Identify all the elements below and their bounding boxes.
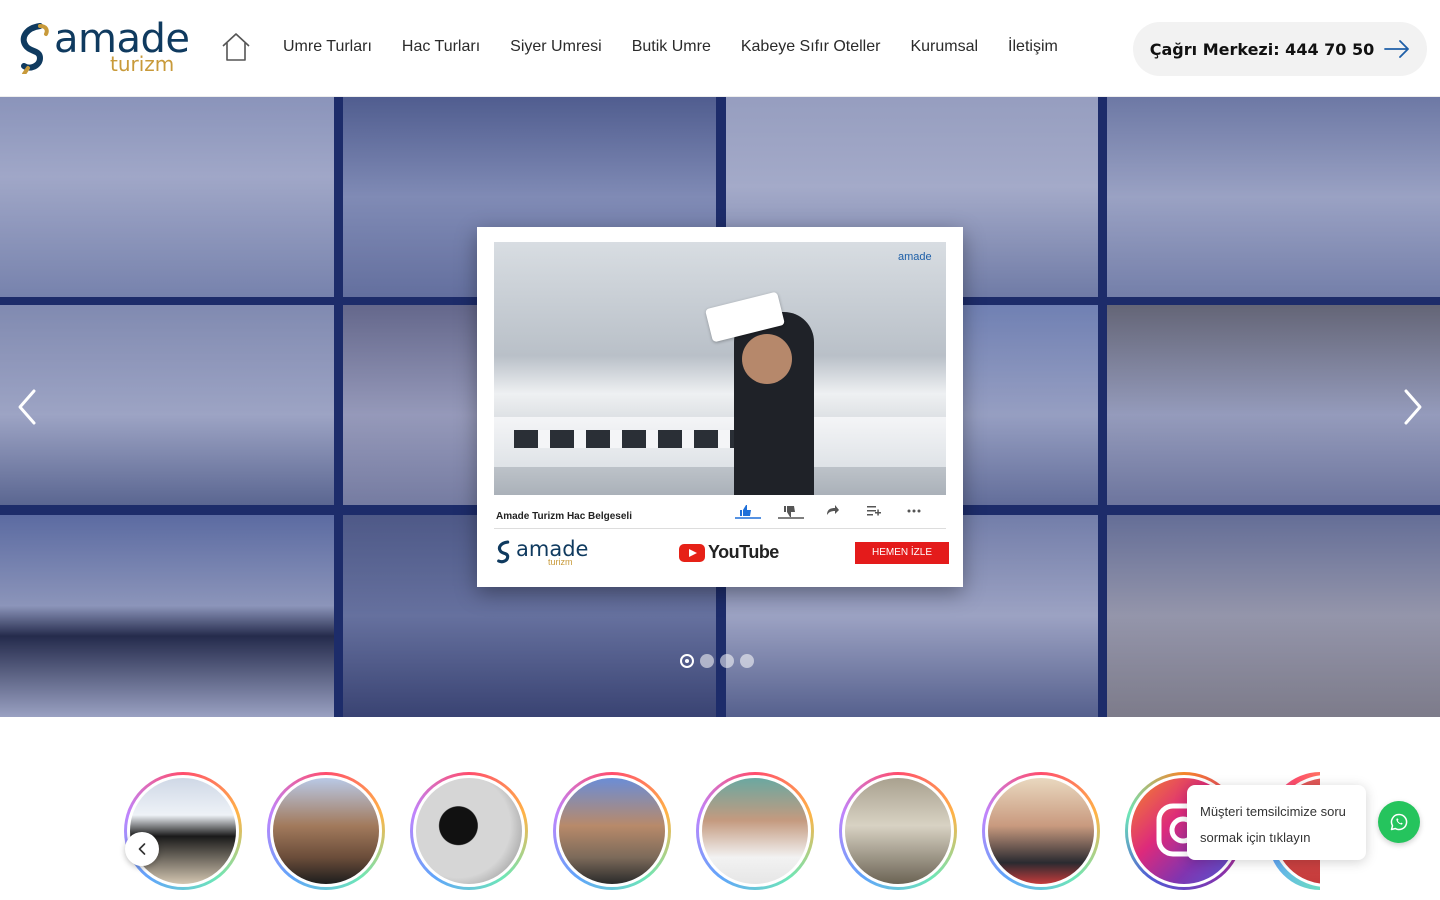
story-kaaba[interactable]	[124, 772, 242, 890]
youtube-logo: YouTube	[679, 542, 779, 563]
nav-item-kurumsal[interactable]: Kurumsal	[895, 36, 993, 58]
hero-photo-studio-talk	[1107, 515, 1440, 717]
card-brand-logo: amade turizm	[496, 537, 596, 569]
like-icon	[740, 505, 751, 516]
nav-item-butik-umre[interactable]: Butik Umre	[617, 36, 726, 58]
slide-dot-1[interactable]	[680, 654, 694, 668]
chat-tooltip[interactable]: Müşteri temsilcimize soru sormak için tı…	[1187, 785, 1366, 860]
video-card[interactable]: amade Amade Turizm Hac Belgeseli amade t…	[477, 227, 963, 587]
video-thumbnail[interactable]: amade	[494, 242, 946, 495]
slide-dot-3[interactable]	[720, 654, 734, 668]
story-haram-aerial[interactable]	[839, 772, 957, 890]
nav-item-kabeye-sifir-oteller[interactable]: Kabeye Sıfır Oteller	[726, 36, 896, 58]
nav-item-iletisim[interactable]: İletişim	[993, 36, 1073, 58]
video-title: Amade Turizm Hac Belgeseli	[496, 511, 632, 522]
hero-prev-button[interactable]	[12, 387, 42, 427]
site-header: amade turizm Umre Turları Hac Turları Si…	[0, 0, 1440, 97]
hero-photo-staff-group	[1107, 305, 1440, 505]
brand-logo[interactable]: amade turizm	[18, 16, 190, 78]
main-nav: Umre Turları Hac Turları Siyer Umresi Bu…	[268, 36, 1073, 58]
dislike-icon	[784, 506, 795, 517]
hero-slider: amade Amade Turizm Hac Belgeseli amade t…	[0, 97, 1440, 717]
whatsapp-button[interactable]	[1378, 801, 1420, 843]
story-aerial-kaaba[interactable]	[410, 772, 528, 890]
logo-mark-icon	[497, 540, 510, 564]
nav-item-umre-turlari[interactable]: Umre Turları	[268, 36, 387, 58]
playlist-add-icon	[867, 506, 881, 516]
call-center-label: Çağrı Merkezi: 444 70 50	[1149, 39, 1375, 59]
arrow-right-icon	[1384, 40, 1410, 58]
logo-mark-icon	[20, 23, 49, 74]
stories-prev-button[interactable]	[125, 832, 159, 866]
chevron-right-icon	[1404, 389, 1422, 425]
nav-item-hac-turlari[interactable]: Hac Turları	[387, 36, 495, 58]
home-icon[interactable]	[220, 31, 252, 63]
hero-photo-pilgrims-praying	[0, 97, 334, 297]
call-center-button[interactable]: Çağrı Merkezi: 444 70 50	[1133, 22, 1427, 76]
brand-sub: turizm	[110, 52, 175, 76]
slider-pagination	[680, 654, 754, 668]
more-icon	[907, 509, 921, 513]
chevron-left-icon	[138, 843, 146, 855]
story-call-agent[interactable]	[982, 772, 1100, 890]
youtube-label: YouTube	[708, 542, 779, 562]
video-divider	[494, 528, 946, 529]
card-brand-sub: turizm	[548, 557, 573, 567]
nav-item-siyer-umresi[interactable]: Siyer Umresi	[495, 36, 617, 58]
story-guide-portrait[interactable]	[696, 772, 814, 890]
chevron-left-icon	[18, 389, 36, 425]
video-actions	[735, 505, 921, 519]
slide-dot-4[interactable]	[740, 654, 754, 668]
story-mecca-towers[interactable]	[553, 772, 671, 890]
watch-now-button[interactable]: HEMEN İZLE	[855, 542, 949, 564]
hero-photo-group-prayer	[1107, 97, 1440, 297]
share-icon	[827, 505, 839, 515]
video-brand-watermark: amade	[898, 251, 932, 263]
slide-dot-2[interactable]	[700, 654, 714, 668]
hero-photo-train-station	[0, 305, 334, 505]
hero-photo-kaaba	[0, 515, 334, 717]
youtube-play-icon	[679, 543, 705, 562]
hero-next-button[interactable]	[1398, 387, 1428, 427]
story-clock-tower[interactable]	[267, 772, 385, 890]
whatsapp-icon	[1390, 813, 1408, 831]
